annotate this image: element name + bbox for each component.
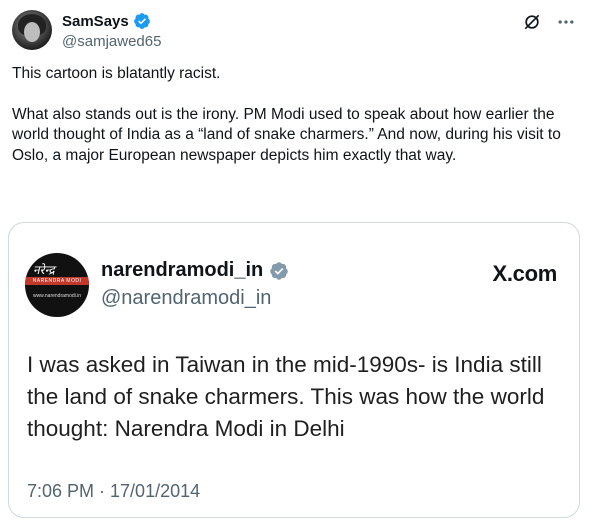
- author-handle[interactable]: @samjawed65: [62, 33, 161, 50]
- embedded-tweet-timestamp[interactable]: 7:06 PM · 17/01/2014: [27, 481, 200, 502]
- embedded-tweet-text: I was asked in Taiwan in the mid-1990s- …: [27, 352, 545, 441]
- verified-badge-icon: [133, 13, 150, 29]
- post-header-actions: [522, 12, 576, 32]
- more-icon[interactable]: [556, 12, 576, 32]
- author-name-row: SamSays: [62, 12, 151, 30]
- post-paragraph: What also stands out is the irony. PM Mo…: [12, 105, 561, 164]
- author-display-name[interactable]: SamSays: [62, 13, 129, 30]
- avatar-url-text: www.narendramodi.in: [32, 293, 82, 299]
- verified-badge-icon: [270, 261, 289, 280]
- post-paragraph: This cartoon is blatantly racist.: [12, 65, 221, 82]
- author-avatar[interactable]: [12, 10, 52, 50]
- embedded-author-display-name[interactable]: narendramodi_in: [101, 259, 263, 282]
- avatar-script-logo: नरेन्द्र: [33, 263, 55, 277]
- avatar-band: NARENDRA MODI: [25, 277, 89, 285]
- embedded-author-avatar[interactable]: नरेन्द्र NARENDRA MODI www.narendramodi.…: [25, 253, 89, 317]
- embedded-tweet-card[interactable]: नरेन्द्र NARENDRA MODI www.narendramodi.…: [8, 222, 580, 518]
- slash-circle-icon[interactable]: [522, 12, 542, 32]
- post-text: This cartoon is blatantly racist. What a…: [12, 64, 582, 166]
- avatar-face: [24, 22, 40, 42]
- post-header: SamSays @samjawed65: [12, 6, 582, 54]
- embedded-author-name-row: narendramodi_in: [101, 259, 289, 282]
- source-label[interactable]: X.com: [492, 261, 557, 287]
- embedded-author-handle[interactable]: @narendramodi_in: [101, 287, 271, 310]
